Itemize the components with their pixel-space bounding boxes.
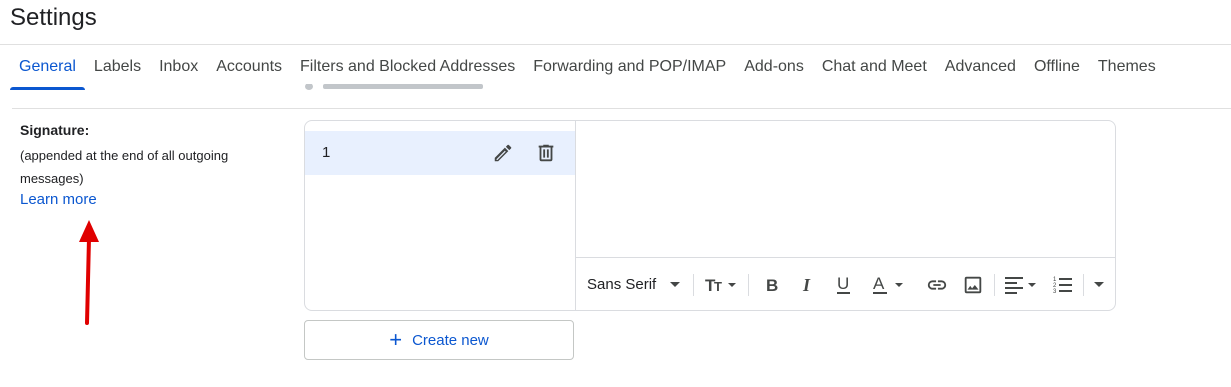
text-size-icon: TT [705,276,736,295]
signature-title: Signature: [20,122,90,138]
svg-text:I: I [802,275,811,295]
pencil-icon[interactable] [492,142,514,164]
text-size-button[interactable]: TT [704,258,738,310]
header-divider [0,44,1231,45]
link-icon [927,279,947,290]
svg-text:B: B [766,276,778,295]
red-arrow-annotation [79,220,99,325]
underline-icon: U [837,274,850,294]
text-color-button[interactable]: A [871,258,907,310]
image-button[interactable] [962,258,984,310]
italic-icon: I [802,275,811,295]
svg-text:T: T [714,279,722,294]
bold-icon: B [766,276,778,295]
plus-icon: + [389,327,403,352]
formatting-toolbar: Sans Serif TT B I U A 1 2 3 [576,257,1115,310]
signature-list: 1 [305,121,576,310]
italic-button[interactable]: I [798,258,818,310]
tab-general[interactable]: General [10,56,85,90]
more-formatting-icon [1094,281,1104,287]
tab-forwarding[interactable]: Forwarding and POP/IMAP [524,56,735,90]
page-title: Settings [10,4,97,31]
more-formatting-button[interactable] [1093,258,1105,310]
font-family-label: Sans Serif [587,276,657,293]
link-button[interactable] [926,258,948,310]
section-divider [12,108,1231,109]
align-button[interactable] [1004,258,1040,310]
numbered-list-icon: 123 [1053,277,1072,295]
signature-list-item[interactable]: 1 [305,131,575,175]
dropdown-caret-icon [670,281,681,287]
svg-text:A: A [873,274,885,293]
create-new-button[interactable]: + Create new [304,320,574,360]
bold-button[interactable]: B [763,258,783,310]
signature-panel: 1 Sans Serif TT B I U A 1 2 3 [304,120,1116,311]
signature-editor[interactable]: Sans Serif TT B I U A 1 2 3 [576,121,1115,310]
tab-labels[interactable]: Labels [85,56,150,90]
tab-advanced[interactable]: Advanced [936,56,1025,90]
scrolled-content-remnant [303,84,503,94]
numbered-list-button[interactable]: 123 [1052,258,1074,310]
signature-description: (appended at the end of all outgoing mes… [20,148,229,186]
align-icon [1005,276,1036,294]
signature-name: 1 [322,144,331,161]
font-family-select[interactable]: Sans Serif [587,258,681,310]
tab-themes[interactable]: Themes [1089,56,1165,90]
svg-text:U: U [837,274,849,293]
settings-tabs: General Labels Inbox Accounts Filters an… [10,56,1165,90]
tab-offline[interactable]: Offline [1025,56,1089,90]
image-icon [964,276,982,293]
tab-accounts[interactable]: Accounts [207,56,291,90]
text-color-icon: A [873,274,903,294]
learn-more-link[interactable]: Learn more [20,191,97,208]
tab-addons[interactable]: Add-ons [735,56,813,90]
svg-text:3: 3 [1053,289,1057,295]
tab-inbox[interactable]: Inbox [150,56,207,90]
underline-button[interactable]: U [834,258,854,310]
create-new-label: Create new [412,331,489,349]
delete-icon[interactable] [535,142,557,164]
tab-chat-meet[interactable]: Chat and Meet [813,56,936,90]
